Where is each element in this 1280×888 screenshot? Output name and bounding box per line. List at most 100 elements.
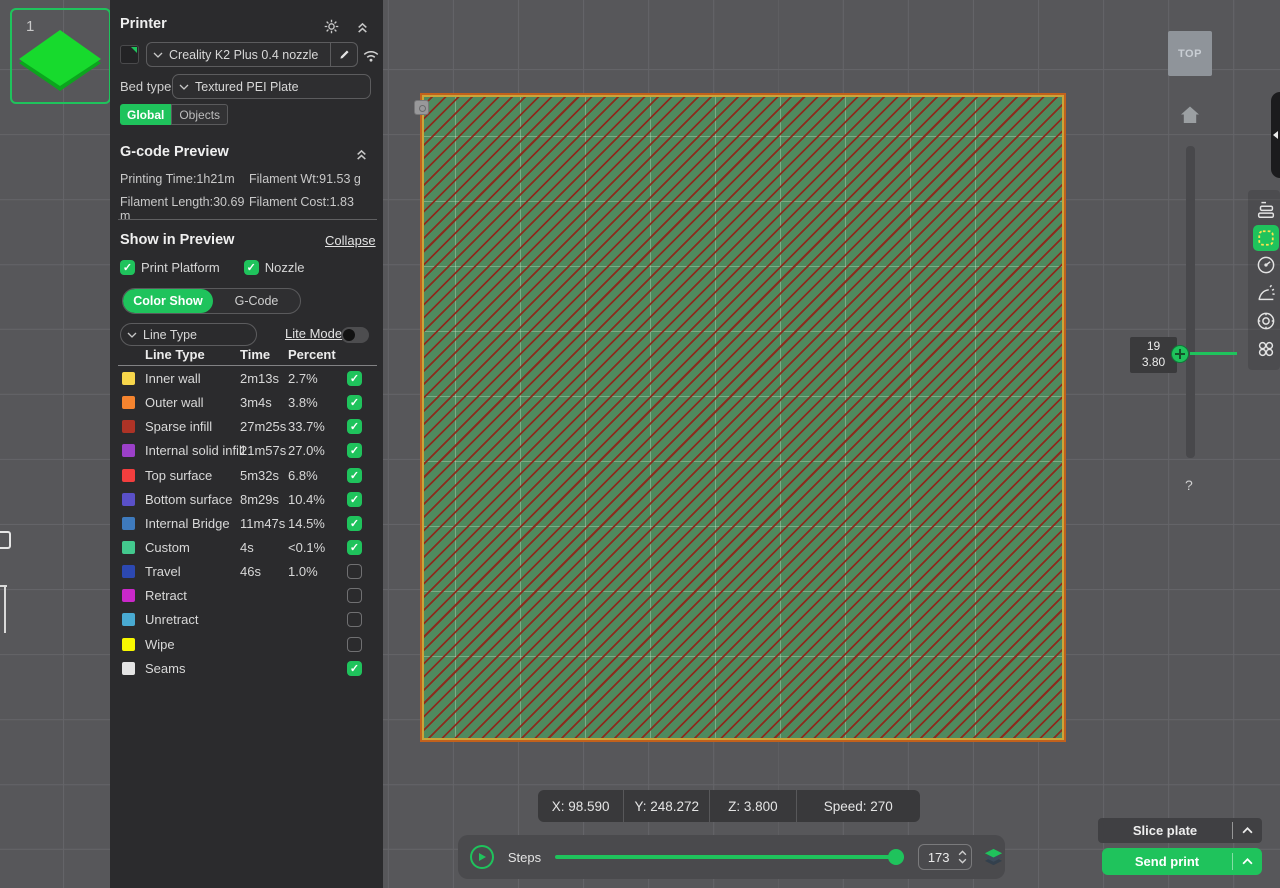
line-type-row: Bottom surface8m29s10.4%: [110, 488, 383, 512]
steps-label: Steps: [508, 850, 541, 865]
steps-input[interactable]: 173: [918, 844, 972, 870]
preview-mode-switch: Color Show G-Code: [122, 288, 301, 314]
bed-type-select[interactable]: Textured PEI Plate: [172, 74, 371, 99]
render-preview-icon[interactable]: [1254, 281, 1278, 305]
row-visibility-checkbox[interactable]: [347, 516, 362, 531]
header-time: Time: [240, 347, 270, 362]
wifi-icon[interactable]: [362, 46, 380, 64]
row-visibility-checkbox[interactable]: [347, 443, 362, 458]
line-type-row: Outer wall3m4s3.8%: [110, 391, 383, 415]
nozzle-checkbox[interactable]: [244, 260, 259, 275]
steps-spinner[interactable]: [958, 849, 967, 865]
row-visibility-checkbox[interactable]: [347, 612, 362, 627]
line-type-label: Top surface: [145, 468, 212, 483]
status-y: Y: 248.272: [624, 790, 710, 822]
layer-number: 19: [1147, 339, 1160, 355]
layer-badge: 19 3.80: [1130, 337, 1177, 373]
line-type-row: Retract: [110, 584, 383, 608]
steps-slider[interactable]: [555, 849, 904, 865]
edit-printer-icon[interactable]: [331, 48, 357, 61]
lite-mode-toggle[interactable]: [341, 327, 369, 343]
home-view-icon[interactable]: [1178, 103, 1202, 127]
coordinate-status-bar: X: 98.590 Y: 248.272 Z: 3.800 Speed: 270: [538, 790, 920, 822]
row-visibility-checkbox[interactable]: [347, 395, 362, 410]
left-panel: Printer Creality K2 Plus 0.4 nozzle Bed …: [110, 0, 383, 888]
line-type-row: Inner wall2m13s2.7%: [110, 367, 383, 391]
tab-global[interactable]: Global: [120, 104, 171, 125]
status-z: Z: 3.800: [710, 790, 796, 822]
line-color-swatch: [122, 541, 135, 554]
line-percent: 27.0%: [288, 443, 325, 458]
header-percent: Percent: [288, 347, 336, 362]
bed-type-value: Textured PEI Plate: [195, 80, 364, 94]
line-percent: 1.0%: [288, 564, 318, 579]
chevron-up-icon[interactable]: [1233, 858, 1262, 865]
collapse-printer-section-icon[interactable]: [353, 19, 371, 37]
speed-gauge-icon[interactable]: [1254, 253, 1278, 277]
gcode-stats: Printing Time:1h21m Filament Wt:91.53 g …: [120, 172, 376, 223]
row-visibility-checkbox[interactable]: [347, 588, 362, 603]
row-visibility-checkbox[interactable]: [347, 492, 362, 507]
print-platform-checkbox[interactable]: [120, 260, 135, 275]
plate-thumbnail[interactable]: 1: [10, 8, 111, 104]
right-panel-expand-handle[interactable]: [1271, 92, 1280, 178]
line-type-label: Outer wall: [145, 395, 204, 410]
line-time: 46s: [240, 564, 261, 579]
steps-timeline-bar: Steps 173: [458, 835, 1005, 879]
line-color-swatch: [122, 638, 135, 651]
print-platform-label: Print Platform: [141, 260, 220, 275]
color-show-button[interactable]: Color Show: [123, 289, 213, 313]
line-type-label: Internal solid infill: [145, 443, 245, 458]
printer-select-value: Creality K2 Plus 0.4 nozzle: [169, 48, 326, 62]
plate-number: 1: [26, 18, 34, 35]
layer-height: 3.80: [1142, 355, 1165, 371]
stat-filament-weight: Filament Wt:91.53 g: [249, 172, 376, 186]
gcode-preview-object[interactable]: [420, 93, 1066, 742]
object-list-icon[interactable]: [1254, 197, 1278, 221]
slice-plate-button[interactable]: Slice plate: [1098, 818, 1262, 843]
layer-slider-handle[interactable]: [1171, 345, 1189, 363]
chevron-down-icon: [179, 84, 189, 90]
view-cube[interactable]: TOP: [1168, 31, 1212, 76]
collapse-link[interactable]: Collapse: [325, 233, 376, 248]
printer-device-icon: [120, 45, 139, 64]
lite-mode-label: Lite Mode: [285, 326, 342, 341]
show-in-preview-title: Show in Preview: [120, 232, 234, 248]
row-visibility-checkbox[interactable]: [347, 637, 362, 652]
layers-icon[interactable]: [982, 847, 1005, 868]
chevron-up-icon[interactable]: [1233, 827, 1262, 834]
plate-view-icon[interactable]: [1253, 225, 1279, 251]
row-visibility-checkbox[interactable]: [347, 419, 362, 434]
row-visibility-checkbox[interactable]: [347, 540, 362, 555]
row-visibility-checkbox[interactable]: [347, 468, 362, 483]
row-visibility-checkbox[interactable]: [347, 564, 362, 579]
nozzle-label: Nozzle: [265, 260, 305, 275]
send-print-button[interactable]: Send print: [1102, 848, 1262, 875]
turntable-icon[interactable]: [1254, 309, 1278, 333]
chevron-down-icon: [153, 52, 163, 58]
printer-select[interactable]: Creality K2 Plus 0.4 nozzle: [146, 42, 358, 67]
layer-slider-track[interactable]: [1186, 146, 1195, 458]
line-color-swatch: [122, 493, 135, 506]
steps-slider-handle[interactable]: [888, 849, 904, 865]
status-speed: Speed: 270: [797, 790, 921, 822]
line-type-row: Top surface5m32s6.8%: [110, 464, 383, 488]
line-type-select[interactable]: Line Type: [120, 323, 257, 346]
apps-grid-icon[interactable]: [1254, 337, 1278, 361]
tab-objects[interactable]: Objects: [171, 104, 228, 125]
object-corner-handle[interactable]: [414, 100, 429, 115]
line-type-label: Wipe: [145, 637, 175, 652]
line-percent: 3.8%: [288, 395, 318, 410]
gear-icon[interactable]: [322, 17, 340, 35]
line-color-swatch: [122, 613, 135, 626]
row-visibility-checkbox[interactable]: [347, 661, 362, 676]
chevron-down-icon: [127, 332, 137, 338]
scope-tabs: Global Objects: [120, 104, 228, 125]
line-type-row: Custom4s<0.1%: [110, 536, 383, 560]
status-x: X: 98.590: [538, 790, 624, 822]
gcode-button[interactable]: G-Code: [213, 289, 300, 313]
row-visibility-checkbox[interactable]: [347, 371, 362, 386]
collapse-gcode-section-icon[interactable]: [352, 146, 370, 164]
help-question-mark[interactable]: ?: [1185, 477, 1193, 493]
play-button[interactable]: [470, 845, 494, 869]
